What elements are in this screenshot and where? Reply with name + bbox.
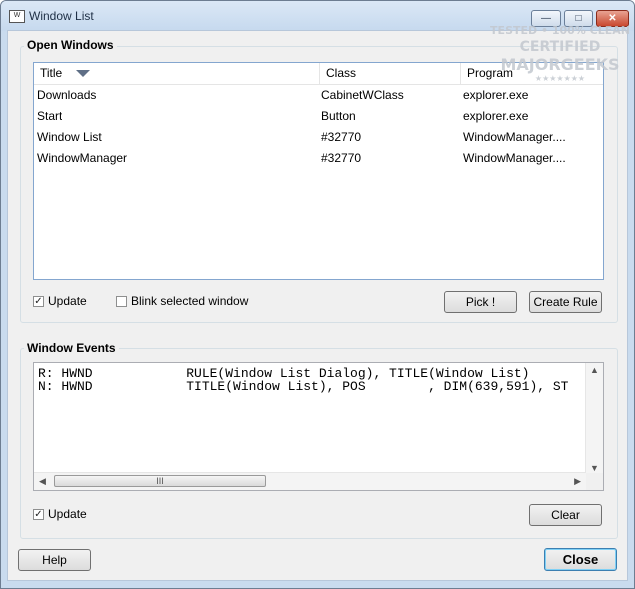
blink-selected-window-label: Blink selected window (131, 294, 249, 308)
checkmark-icon: ✓ (33, 508, 44, 520)
empty-checkbox-icon (116, 295, 127, 307)
majorgeeks-watermark: TESTED • 100% CLEAN CERTIFIED MAJORGEEKS… (490, 24, 630, 104)
row-title: Downloads (37, 88, 97, 102)
sort-descending-icon (76, 70, 91, 78)
row-program: WindowManager.... (463, 151, 566, 165)
window-events-update-label: Update (48, 507, 87, 521)
row-program: WindowManager.... (463, 130, 566, 144)
column-title-label: Title (40, 66, 63, 80)
row-class: #32770 (321, 130, 362, 144)
help-button[interactable]: Help (18, 549, 91, 571)
horizontal-scroll-thumb[interactable]: III (54, 475, 266, 487)
column-title[interactable]: Title (34, 63, 320, 84)
create-rule-button[interactable]: Create Rule (529, 291, 602, 313)
window-events-log[interactable]: R: HWND RULE(Window List Dialog), TITLE(… (33, 362, 604, 491)
scroll-right-icon[interactable]: ▶ (574, 476, 581, 487)
app-icon: W (9, 10, 25, 23)
vertical-scrollbar[interactable]: ▲ ▼ (585, 363, 603, 475)
watermark-line: TESTED • 100% CLEAN (490, 24, 630, 37)
open-windows-update-checkbox[interactable]: ✓ Update (33, 294, 87, 308)
column-class[interactable]: Class (320, 63, 461, 84)
row-program: explorer.exe (463, 109, 529, 123)
event-line: N: HWND TITLE(Window List), POS , DIM(63… (38, 379, 569, 394)
watermark-line: CERTIFIED (519, 39, 601, 55)
window-events-label: Window Events (24, 341, 119, 355)
list-row[interactable]: Start Button explorer.exe (34, 106, 603, 127)
pick-button[interactable]: Pick ! (444, 291, 517, 313)
scrollbar-corner (586, 473, 603, 490)
row-title: WindowManager (37, 151, 128, 165)
clear-button[interactable]: Clear (529, 504, 602, 526)
close-button[interactable]: Close (544, 548, 617, 571)
row-class: Button (321, 109, 356, 123)
row-title: Window List (37, 130, 102, 144)
scroll-up-icon[interactable]: ▲ (590, 365, 599, 375)
column-class-label: Class (326, 66, 357, 80)
checkmark-icon: ✓ (33, 295, 44, 307)
window-events-update-checkbox[interactable]: ✓ Update (33, 507, 87, 521)
watermark-line: MAJORGEEKS (500, 55, 620, 74)
list-row[interactable]: Window List #32770 WindowManager.... (34, 127, 603, 148)
row-class: CabinetWClass (321, 88, 404, 102)
row-title: Start (37, 109, 63, 123)
open-windows-update-label: Update (48, 294, 87, 308)
window-title: Window List (29, 9, 94, 23)
scroll-down-icon[interactable]: ▼ (590, 463, 599, 473)
horizontal-scrollbar[interactable]: ◀ III ▶ (34, 472, 586, 490)
row-class: #32770 (321, 151, 362, 165)
list-row[interactable]: WindowManager #32770 WindowManager.... (34, 148, 603, 169)
open-windows-label: Open Windows (24, 38, 117, 52)
blink-selected-window-checkbox[interactable]: Blink selected window (116, 294, 248, 308)
watermark-line: ★★★★★★★ (534, 74, 586, 83)
scroll-left-icon[interactable]: ◀ (39, 476, 46, 487)
